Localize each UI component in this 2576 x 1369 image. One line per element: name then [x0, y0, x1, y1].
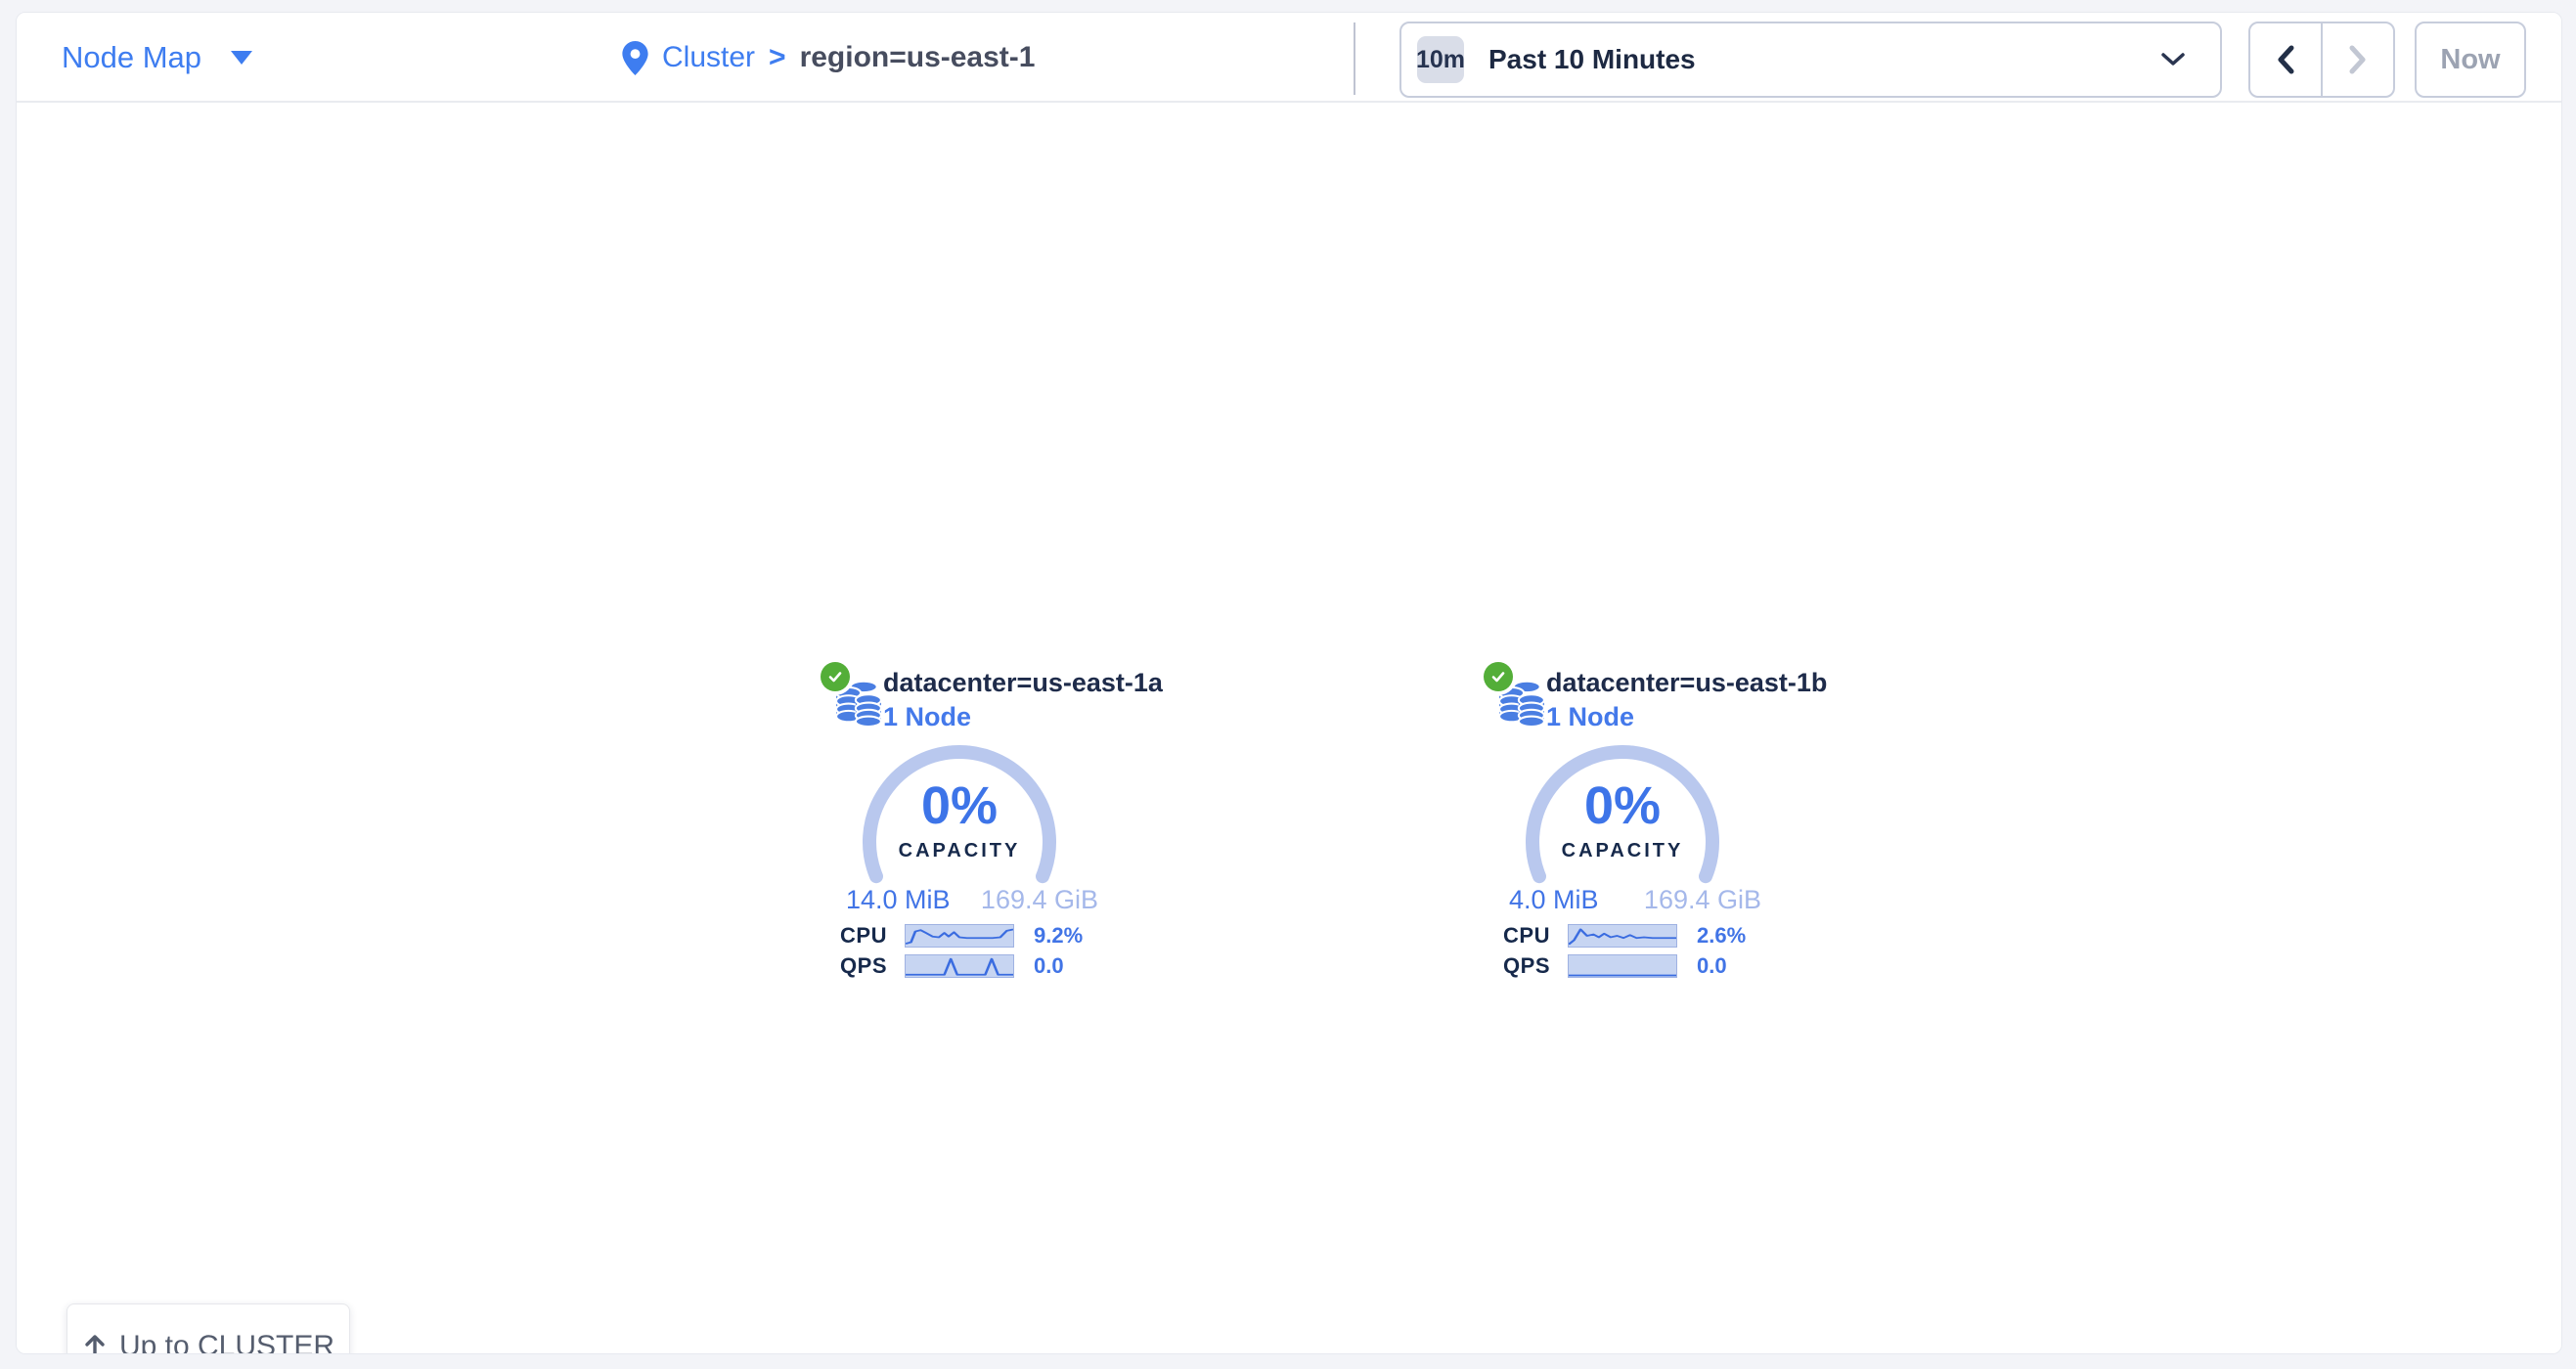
- qps-sparkline: [1568, 954, 1677, 978]
- qps-sparkline: [905, 954, 1014, 978]
- healthy-check-icon: [821, 662, 850, 691]
- capacity-total: 169.4 GiB: [1644, 885, 1761, 915]
- capacity-total: 169.4 GiB: [981, 885, 1098, 915]
- breadcrumb: Cluster > region=us-east-1: [622, 13, 1035, 103]
- capacity-percent: 0%: [852, 775, 1067, 836]
- view-selector-label: Node Map: [62, 40, 201, 75]
- capacity-percent: 0%: [1515, 775, 1730, 836]
- up-to-cluster-label: Up to CLUSTER: [119, 1330, 334, 1354]
- header-bar: Node Map Cluster > region=us-east-1 10m …: [17, 13, 2561, 103]
- capacity-values: 14.0 MiB 169.4 GiB: [813, 885, 1106, 915]
- chevron-down-icon: [2161, 53, 2185, 66]
- datacenter-node-count: 1 Node: [1546, 702, 1827, 732]
- cpu-label: CPU: [813, 923, 887, 949]
- cpu-sparkline: [905, 924, 1014, 948]
- qps-value: 0.0: [1034, 953, 1064, 979]
- time-range-badge: 10m: [1417, 36, 1464, 83]
- time-range-label: Past 10 Minutes: [1488, 44, 1696, 75]
- datacenter-header: datacenter=us-east-1a 1 Node: [813, 666, 1106, 740]
- capacity-label: CAPACITY: [1515, 840, 1730, 862]
- cpu-row: CPU 2.6%: [1476, 924, 1769, 948]
- node-map-canvas: datacenter=us-east-1a 1 Node 0% CAPACITY…: [17, 103, 2561, 1353]
- capacity-gauge: 0% CAPACITY: [1515, 742, 1730, 891]
- breadcrumb-current: region=us-east-1: [800, 41, 1036, 74]
- cpu-sparkline: [1568, 924, 1677, 948]
- time-prev-button[interactable]: [2250, 23, 2321, 96]
- view-selector-dropdown[interactable]: Node Map: [62, 13, 252, 103]
- datacenter-card-us-east-1b[interactable]: datacenter=us-east-1b 1 Node 0% CAPACITY…: [1476, 666, 1769, 989]
- datacenter-labels: datacenter=us-east-1a 1 Node: [883, 668, 1163, 732]
- datacenter-stats: CPU 9.2% QPS 0.0: [813, 924, 1106, 985]
- datacenter-header: datacenter=us-east-1b 1 Node: [1476, 666, 1769, 740]
- qps-label: QPS: [1476, 953, 1550, 979]
- chevron-right-icon: [2348, 45, 2368, 74]
- datacenter-name: datacenter=us-east-1a: [883, 668, 1163, 698]
- chevron-left-icon: [2276, 45, 2295, 74]
- datacenter-labels: datacenter=us-east-1b 1 Node: [1546, 668, 1827, 732]
- capacity-values: 4.0 MiB 169.4 GiB: [1476, 885, 1769, 915]
- capacity-gauge: 0% CAPACITY: [852, 742, 1067, 891]
- datacenter-node-count: 1 Node: [883, 702, 1163, 732]
- qps-label: QPS: [813, 953, 887, 979]
- datacenter-stats: CPU 2.6% QPS 0.0: [1476, 924, 1769, 985]
- capacity-used: 4.0 MiB: [1509, 885, 1599, 915]
- capacity-used: 14.0 MiB: [846, 885, 951, 915]
- qps-row: QPS 0.0: [813, 954, 1106, 978]
- time-range-selector[interactable]: 10m Past 10 Minutes: [1399, 22, 2222, 98]
- healthy-check-icon: [1484, 662, 1513, 691]
- time-next-button[interactable]: [2321, 23, 2393, 96]
- cpu-value: 9.2%: [1034, 923, 1083, 949]
- caret-down-icon: [231, 51, 252, 65]
- breadcrumb-separator: >: [769, 41, 786, 74]
- datacenter-card-us-east-1a[interactable]: datacenter=us-east-1a 1 Node 0% CAPACITY…: [813, 666, 1106, 989]
- cpu-row: CPU 9.2%: [813, 924, 1106, 948]
- up-to-cluster-button[interactable]: Up to CLUSTER: [67, 1303, 350, 1354]
- arrow-up-icon: [82, 1333, 108, 1354]
- qps-row: QPS 0.0: [1476, 954, 1769, 978]
- datacenter-name: datacenter=us-east-1b: [1546, 668, 1827, 698]
- now-button[interactable]: Now: [2415, 22, 2526, 98]
- time-nav-group: [2248, 22, 2395, 98]
- capacity-label: CAPACITY: [852, 840, 1067, 862]
- node-map-panel: Node Map Cluster > region=us-east-1 10m …: [16, 12, 2562, 1354]
- breadcrumb-cluster-link[interactable]: Cluster: [662, 41, 755, 74]
- qps-value: 0.0: [1697, 953, 1727, 979]
- cpu-label: CPU: [1476, 923, 1550, 949]
- cpu-value: 2.6%: [1697, 923, 1746, 949]
- map-pin-icon: [622, 41, 648, 75]
- header-divider: [1354, 22, 1355, 95]
